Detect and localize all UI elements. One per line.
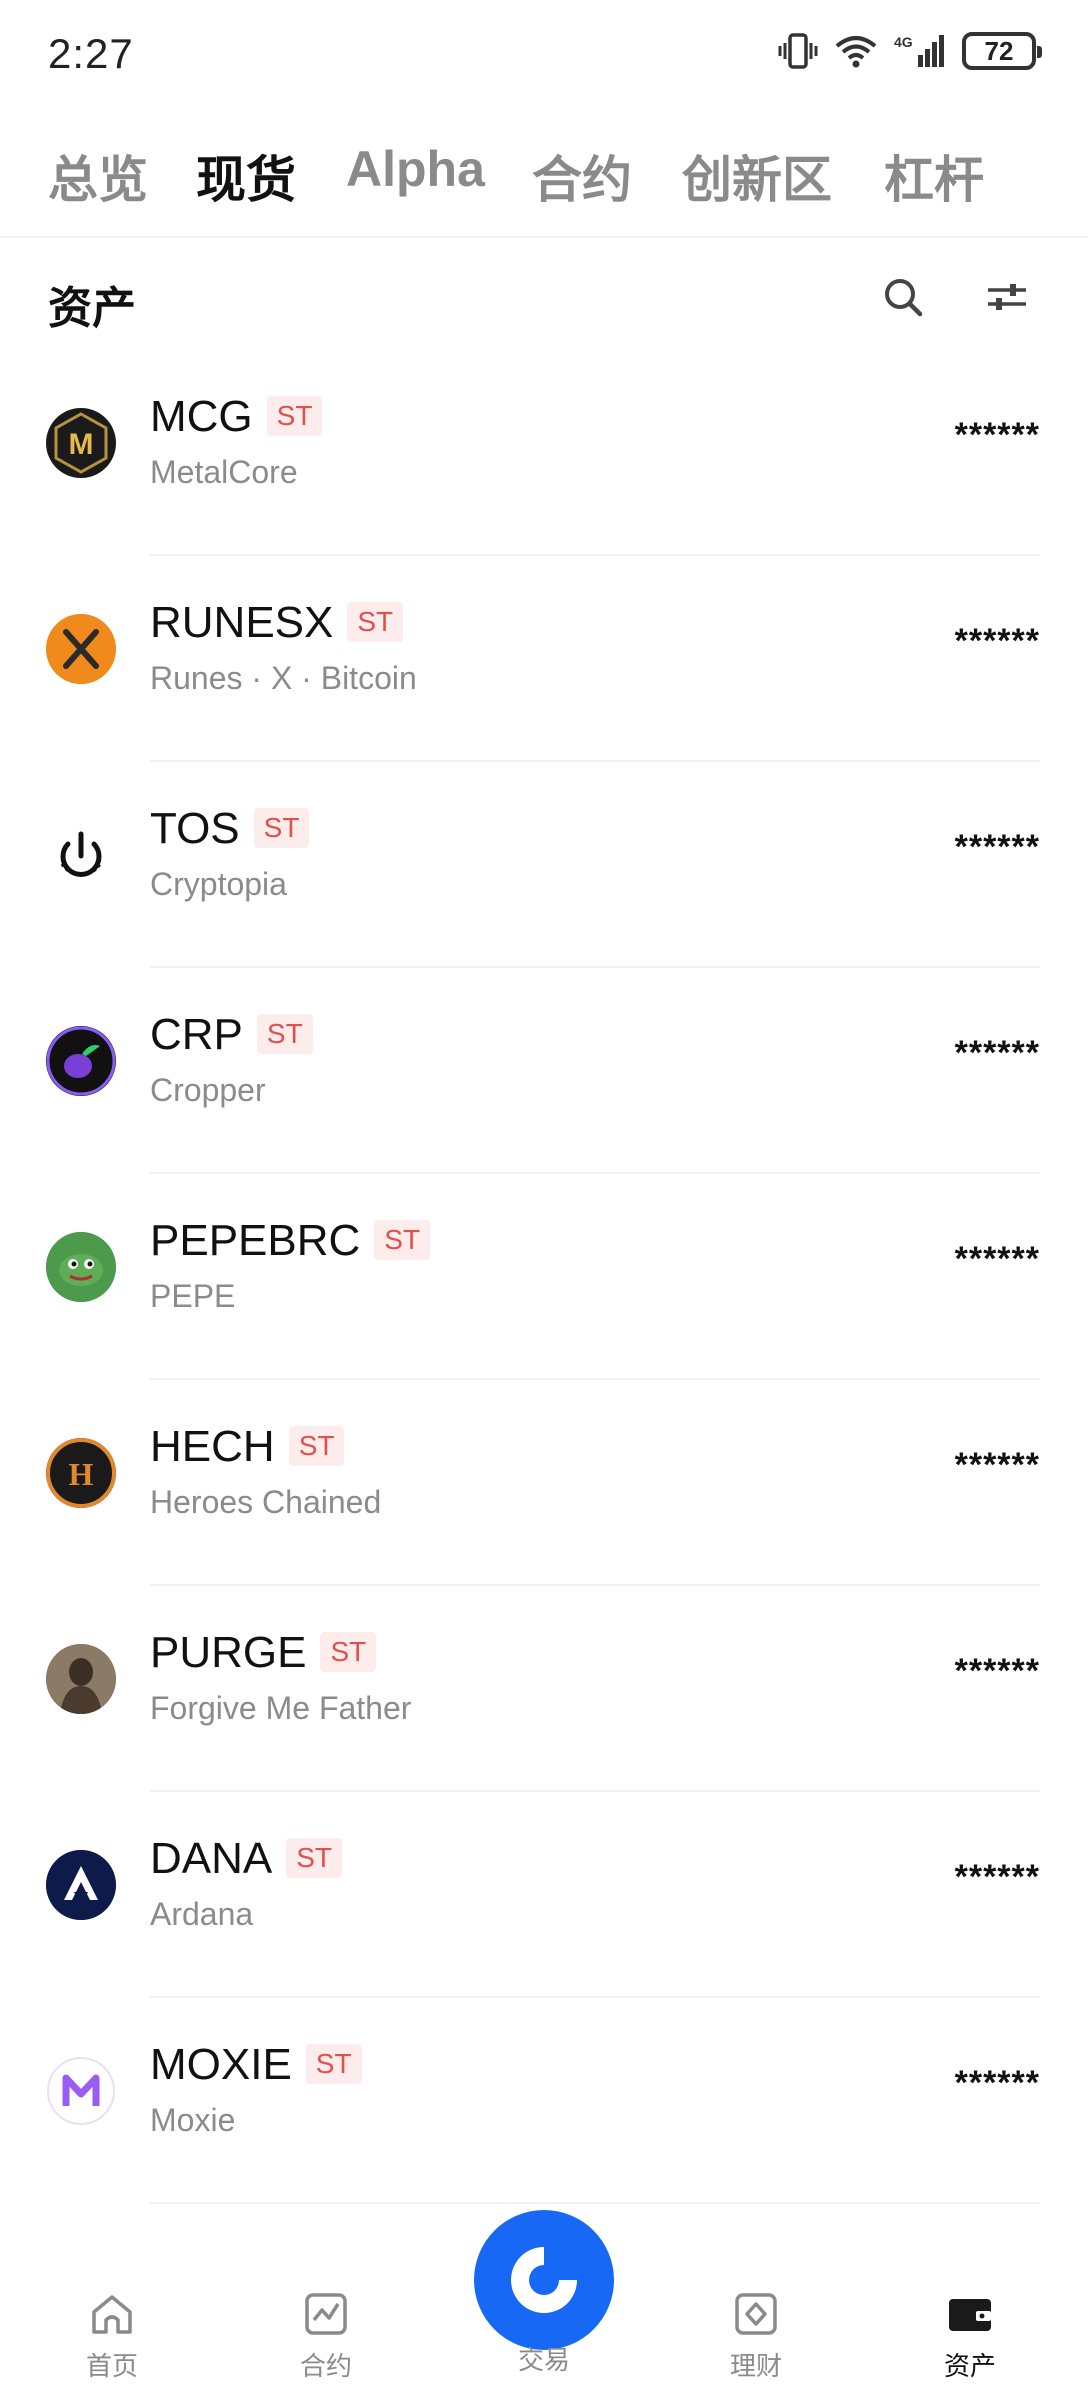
- earn-icon: [735, 2293, 777, 2335]
- nav-home[interactable]: 首页: [52, 2290, 172, 2383]
- st-badge: ST: [266, 396, 323, 436]
- asset-row-tos[interactable]: TOS ST Cryptopia ******: [0, 762, 1088, 968]
- asset-row-hech[interactable]: H HECH ST Heroes Chained ******: [0, 1380, 1088, 1586]
- tos-logo: [46, 820, 116, 890]
- pepebrc-logo: [46, 1232, 116, 1302]
- signal-4g-icon: 4G: [894, 34, 944, 67]
- st-badge: ST: [374, 1220, 431, 1260]
- crp-logo: [46, 1026, 116, 1096]
- asset-row-runesx[interactable]: RUNESX ST Runes · X · Bitcoin ******: [0, 556, 1088, 762]
- nav-earn-label: 理财: [729, 2351, 782, 2381]
- wifi-icon: [835, 36, 877, 68]
- st-badge: ST: [320, 1632, 377, 1672]
- asset-row-mcg[interactable]: M MCG ST MetalCore ******: [0, 350, 1088, 556]
- coin-name: MetalCore: [150, 454, 298, 490]
- svg-text:4G: 4G: [894, 34, 913, 50]
- coin-symbol: RUNESX ST: [150, 598, 404, 648]
- dana-logo: [46, 1850, 116, 1920]
- svg-text:H: H: [69, 1456, 94, 1492]
- nav-home-label: 首页: [85, 2351, 138, 2381]
- tab-spot[interactable]: 现货: [196, 140, 296, 212]
- assets-title: 资产: [48, 284, 136, 333]
- nav-futures-label: 合约: [299, 2351, 352, 2381]
- trade-button[interactable]: [474, 2210, 614, 2350]
- asset-list: M MCG ST MetalCore ****** RUNESX ST Runes …: [0, 350, 1088, 2204]
- asset-category-tabs: 总览 现货 Alpha 合约 创新区 杠杆: [0, 112, 1088, 238]
- coin-name: Cropper: [150, 1072, 266, 1108]
- coin-symbol: HECH ST: [150, 1422, 345, 1472]
- coin-balance-hidden: ******: [954, 1858, 1040, 1896]
- nav-trade-label: 交易: [517, 2345, 570, 2375]
- assets-header: 资产: [0, 240, 1088, 350]
- coin-balance-hidden: ******: [954, 416, 1040, 454]
- tab-margin[interactable]: 杠杆: [884, 140, 984, 212]
- coin-symbol: CRP ST: [150, 1010, 313, 1060]
- filter-sliders-icon[interactable]: [984, 274, 1030, 320]
- bottom-nav: 首页 合约 交易 理财 资产: [0, 2210, 1088, 2400]
- tab-alpha[interactable]: Alpha: [346, 140, 485, 198]
- hech-logo: H: [46, 1438, 116, 1508]
- nav-assets[interactable]: 资产: [910, 2290, 1030, 2383]
- vibrate-icon: [778, 33, 818, 69]
- tab-innovation[interactable]: 创新区: [682, 140, 832, 212]
- coin-name: Forgive Me Father: [150, 1690, 412, 1726]
- asset-row-dana[interactable]: DANA ST Ardana ******: [0, 1792, 1088, 1998]
- mcg-logo: M: [46, 408, 116, 478]
- search-icon[interactable]: [880, 274, 926, 320]
- coin-balance-hidden: ******: [954, 2064, 1040, 2102]
- moxie-logo: [46, 2056, 116, 2126]
- chart-icon: [305, 2293, 347, 2335]
- coin-balance-hidden: ******: [954, 1446, 1040, 1484]
- coin-name: Cryptopia: [150, 866, 287, 902]
- coin-balance-hidden: ******: [954, 1652, 1040, 1690]
- coin-balance-hidden: ******: [954, 1034, 1040, 1072]
- coin-name: Moxie: [150, 2102, 236, 2138]
- st-badge: ST: [288, 1426, 345, 1466]
- wallet-icon: [949, 2299, 991, 2331]
- tab-overview[interactable]: 总览: [48, 140, 148, 212]
- coin-name: Ardana: [150, 1896, 254, 1932]
- tab-futures[interactable]: 合约: [532, 140, 632, 212]
- st-badge: ST: [256, 1014, 313, 1054]
- coin-balance-hidden: ******: [954, 828, 1040, 866]
- coin-symbol: TOS ST: [150, 804, 310, 854]
- coin-symbol: DANA ST: [150, 1834, 343, 1884]
- st-badge: ST: [253, 808, 310, 848]
- asset-row-moxie[interactable]: MOXIE ST Moxie ******: [0, 1998, 1088, 2204]
- st-badge: ST: [286, 1838, 343, 1878]
- status-bar: 2:27 4G 72: [0, 0, 1088, 112]
- status-time: 2:27: [48, 30, 134, 77]
- asset-row-pepebrc[interactable]: PEPEBRC ST PEPE ******: [0, 1174, 1088, 1380]
- home-icon: [92, 2295, 132, 2334]
- status-icons: 4G 72: [778, 32, 1042, 70]
- st-badge: ST: [347, 602, 404, 642]
- st-badge: ST: [305, 2044, 362, 2084]
- trade-logo-icon: [511, 2247, 577, 2313]
- nav-futures[interactable]: 合约: [266, 2290, 386, 2383]
- coin-symbol: MCG ST: [150, 392, 323, 442]
- purge-logo: [46, 1644, 116, 1714]
- nav-earn[interactable]: 理财: [696, 2290, 816, 2383]
- asset-row-purge[interactable]: PURGE ST Forgive Me Father ******: [0, 1586, 1088, 1792]
- coin-name: Heroes Chained: [150, 1484, 382, 1520]
- runesx-logo: [46, 614, 116, 684]
- asset-row-crp[interactable]: CRP ST Cropper ******: [0, 968, 1088, 1174]
- coin-symbol: MOXIE ST: [150, 2040, 362, 2090]
- coin-balance-hidden: ******: [954, 1240, 1040, 1278]
- coin-name: PEPE: [150, 1278, 236, 1314]
- nav-assets-label: 资产: [943, 2351, 996, 2381]
- row-divider: [150, 2202, 1040, 2204]
- battery-indicator: 72: [962, 32, 1042, 70]
- coin-symbol: PURGE ST: [150, 1628, 377, 1678]
- coin-balance-hidden: ******: [954, 622, 1040, 660]
- coin-symbol: PEPEBRC ST: [150, 1216, 431, 1266]
- coin-name: Runes · X · Bitcoin: [150, 660, 417, 696]
- svg-text:M: M: [69, 428, 94, 461]
